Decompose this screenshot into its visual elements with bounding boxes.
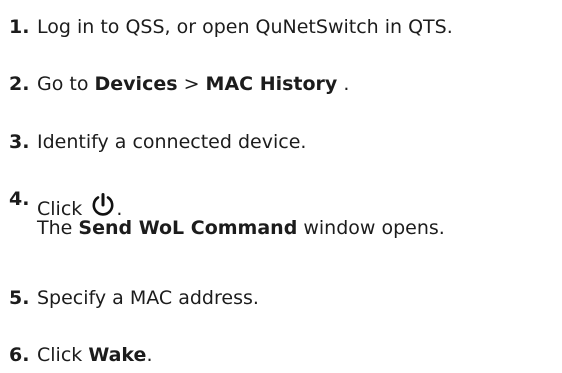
step-number: 1. xyxy=(9,16,30,38)
text-suffix: . xyxy=(146,344,153,366)
window-name: Send WoL Command xyxy=(78,217,298,239)
step-text: Specify a MAC address. xyxy=(37,287,259,309)
menu-mac-history: MAC History xyxy=(205,73,338,95)
step-number: 2. xyxy=(9,73,30,95)
power-icon xyxy=(90,192,116,218)
step-text: Log in to QSS, or open QuNetSwitch in QT… xyxy=(37,16,453,38)
result-suffix: window opens. xyxy=(297,217,445,239)
step-number: 3. xyxy=(9,131,30,153)
step-text: Go to Devices > MAC History . xyxy=(37,72,349,96)
step-number: 6. xyxy=(9,344,30,366)
step-number: 5. xyxy=(9,287,30,309)
text-suffix: . xyxy=(337,73,350,95)
procedure-steps: 1. Log in to QSS, or open QuNetSwitch in… xyxy=(0,0,562,373)
text-prefix: Go to xyxy=(37,73,95,95)
text-prefix: Click xyxy=(37,344,89,366)
step-text: Click Wake. xyxy=(37,343,153,367)
menu-separator: > xyxy=(177,73,206,95)
menu-devices: Devices xyxy=(94,73,178,95)
result-prefix: The xyxy=(37,217,79,239)
step-text: Identify a connected device. xyxy=(37,131,307,153)
step-result: The Send WoL Command window opens. xyxy=(37,216,445,240)
step-number: 4. xyxy=(9,188,30,210)
button-name-wake: Wake xyxy=(88,344,147,366)
